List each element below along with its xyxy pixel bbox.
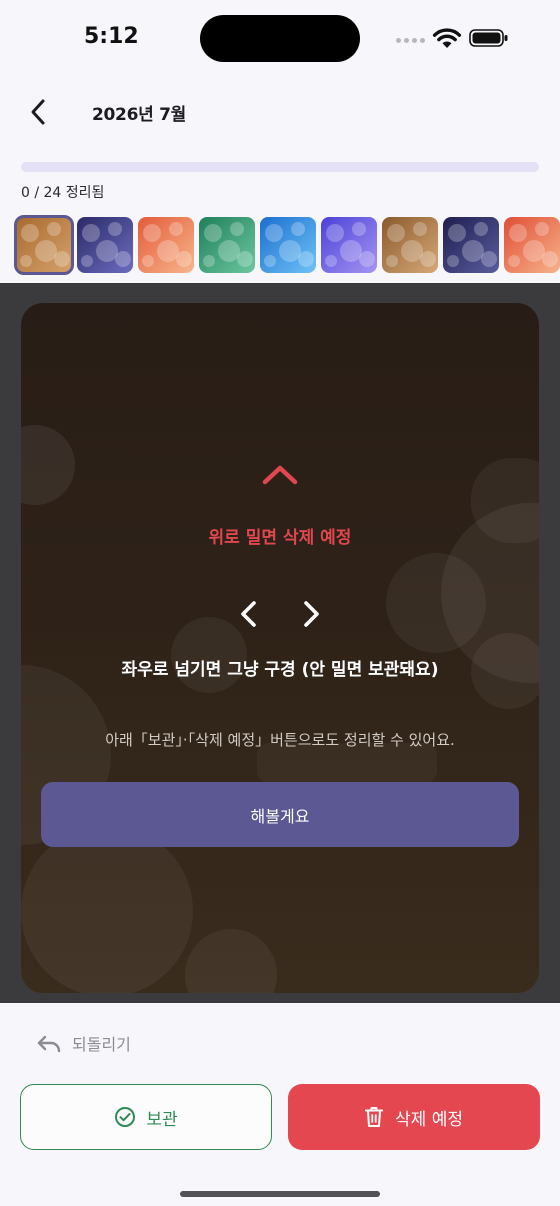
- thumbnail-image: [138, 217, 194, 273]
- keep-label: 보관: [146, 1109, 178, 1130]
- header: 2026년 7월: [0, 80, 560, 144]
- thumbnail[interactable]: [77, 217, 133, 273]
- trash-icon: [365, 1107, 384, 1127]
- button-hint: 아래「보관」·「삭제 예정」버튼으로도 정리할 수 있어요.: [105, 731, 455, 749]
- photo-stage: 위로 밀면 삭제 예정 좌우로 넘기면 그냥 구경 (안 밀면 보관돼요) 아래…: [0, 283, 560, 1003]
- thumbnail-image: [321, 217, 377, 273]
- status-time: 5:12: [84, 24, 139, 49]
- thumbnail[interactable]: [321, 217, 377, 273]
- thumbnail[interactable]: [138, 217, 194, 273]
- thumbnail-strip[interactable]: [0, 215, 560, 275]
- undo-icon: [37, 1035, 61, 1053]
- thumbnail-image: [443, 217, 499, 273]
- home-indicator: [180, 1191, 380, 1197]
- page-title: 2026년 7월: [92, 105, 186, 125]
- tutorial-card[interactable]: 위로 밀면 삭제 예정 좌우로 넘기면 그냥 구경 (안 밀면 보관돼요) 아래…: [21, 303, 539, 993]
- try-button[interactable]: 해볼게요: [41, 782, 519, 847]
- chevron-right-icon: [304, 601, 319, 627]
- thumbnail[interactable]: [199, 217, 255, 273]
- progress-bar: [21, 162, 539, 172]
- wifi-icon: [432, 28, 462, 48]
- swipe-left-right-hint: 좌우로 넘기면 그냥 구경 (안 밀면 보관돼요): [121, 660, 439, 680]
- cellular-signal-icon: [396, 38, 425, 43]
- thumbnail-image: [16, 217, 72, 273]
- keep-button[interactable]: 보관: [20, 1084, 272, 1150]
- thumbnail[interactable]: [382, 217, 438, 273]
- delete-label: 삭제 예정: [395, 1109, 463, 1130]
- thumbnail-image: [504, 217, 560, 273]
- thumbnail-image: [260, 217, 316, 273]
- chevron-left-icon: [31, 99, 45, 125]
- bokeh-background: [21, 425, 539, 993]
- thumbnail-image: [382, 217, 438, 273]
- dynamic-island: [200, 15, 360, 62]
- delete-button[interactable]: 삭제 예정: [288, 1084, 540, 1150]
- progress-label: 0 / 24 정리됨: [21, 185, 105, 201]
- chevron-left-icon: [241, 601, 256, 627]
- left-right-arrows: [237, 599, 323, 633]
- thumbnail[interactable]: [14, 215, 74, 275]
- status-bar: 5:12: [0, 0, 560, 78]
- undo-button[interactable]: 되돌리기: [36, 1028, 131, 1058]
- check-circle-icon: [115, 1107, 136, 1127]
- thumbnail-image: [77, 217, 133, 273]
- chevron-up-icon: [262, 465, 298, 485]
- thumbnail[interactable]: [504, 217, 560, 273]
- battery-icon: [469, 29, 508, 47]
- thumbnail[interactable]: [443, 217, 499, 273]
- thumbnail-image: [199, 217, 255, 273]
- thumbnail[interactable]: [260, 217, 316, 273]
- swipe-up-hint: 위로 밀면 삭제 예정: [208, 528, 352, 548]
- undo-label: 되돌리기: [72, 1035, 131, 1054]
- back-button[interactable]: [18, 92, 58, 132]
